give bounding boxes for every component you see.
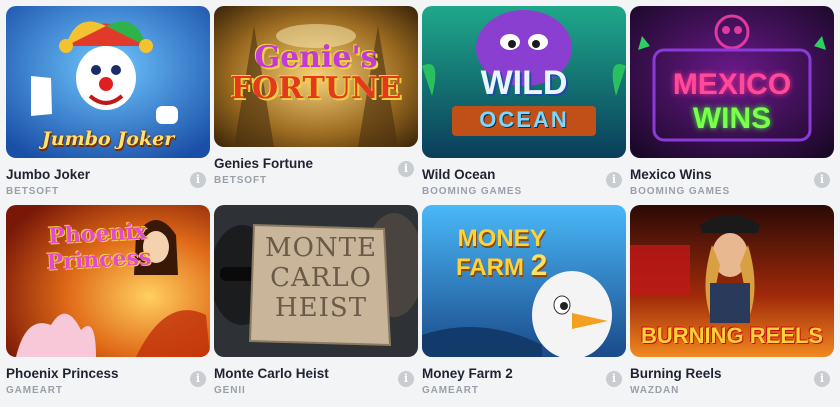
- game-title[interactable]: Burning Reels: [630, 366, 722, 381]
- info-icon[interactable]: i: [398, 161, 414, 177]
- game-card-burning-reels[interactable]: BURNING REELS Burning Reels WAZDAN i: [630, 205, 834, 397]
- info-icon[interactable]: i: [814, 371, 830, 387]
- game-thumbnail[interactable]: MONEY FARM 2: [422, 205, 626, 357]
- game-card-phoenix-princess[interactable]: Phoenix Princess Phoenix Princess GAMEAR…: [6, 205, 210, 397]
- info-icon[interactable]: i: [606, 172, 622, 188]
- game-meta: Phoenix Princess GAMEART i: [6, 357, 210, 397]
- info-icon[interactable]: i: [814, 172, 830, 188]
- game-provider: BETSOFT: [6, 186, 59, 197]
- game-title[interactable]: Money Farm 2: [422, 366, 513, 381]
- game-provider: GAMEART: [6, 385, 63, 396]
- game-title[interactable]: Genies Fortune: [214, 156, 313, 171]
- info-icon[interactable]: i: [190, 371, 206, 387]
- game-card-jumbo-joker[interactable]: Jumbo Joker Jumbo Joker BETSOFT i: [6, 6, 210, 198]
- game-thumbnail[interactable]: Jumbo Joker: [6, 6, 210, 158]
- game-logo-burning-reels: BURNING REELS: [640, 323, 824, 348]
- info-icon[interactable]: i: [398, 371, 414, 387]
- game-logo-mexico-wins: MEXICO WINS: [672, 68, 792, 135]
- game-meta: Monte Carlo Heist GENII i: [214, 357, 418, 397]
- game-title[interactable]: Monte Carlo Heist: [214, 366, 329, 381]
- game-thumbnail[interactable]: MONTE CARLO HEIST: [214, 205, 418, 357]
- game-thumbnail[interactable]: Phoenix Princess: [6, 205, 210, 357]
- game-meta: Money Farm 2 GAMEART i: [422, 357, 626, 397]
- game-thumbnail[interactable]: Genie's FORTUNE: [214, 6, 418, 147]
- game-provider: BOOMING GAMES: [422, 186, 523, 197]
- game-provider: GENII: [214, 385, 246, 396]
- game-card-wild-ocean[interactable]: WILD OCEAN Wild Ocean BOOMING GAMES i: [422, 6, 626, 198]
- info-icon[interactable]: i: [190, 172, 206, 188]
- game-grid: Jumbo Joker Jumbo Joker BETSOFT i Genie'…: [0, 0, 840, 407]
- game-meta: Jumbo Joker BETSOFT i: [6, 158, 210, 198]
- game-logo-genies-fortune: Genie's FORTUNE: [230, 40, 402, 106]
- game-logo-phoenix-princess: Phoenix Princess: [46, 218, 152, 276]
- game-card-money-farm-2[interactable]: MONEY FARM 2 Money Farm 2 GAMEART i: [422, 205, 626, 397]
- game-meta: Wild Ocean BOOMING GAMES i: [422, 158, 626, 198]
- game-title[interactable]: Wild Ocean: [422, 167, 495, 182]
- game-card-monte-carlo-heist[interactable]: MONTE CARLO HEIST Monte Carlo Heist GENI…: [214, 205, 418, 397]
- game-card-genies-fortune[interactable]: Genie's FORTUNE Genies Fortune BETSOFT i: [214, 6, 418, 187]
- game-provider: BETSOFT: [214, 175, 267, 186]
- game-thumbnail[interactable]: WILD OCEAN: [422, 6, 626, 158]
- game-title[interactable]: Jumbo Joker: [6, 167, 90, 182]
- game-logo-wild-ocean: WILD OCEAN: [479, 64, 569, 132]
- game-meta: Burning Reels WAZDAN i: [630, 357, 834, 397]
- game-thumbnail[interactable]: MEXICO WINS: [630, 6, 834, 158]
- game-title[interactable]: Phoenix Princess: [6, 366, 119, 381]
- game-title[interactable]: Mexico Wins: [630, 167, 712, 182]
- game-logo-jumbo-joker: Jumbo Joker: [41, 128, 175, 150]
- game-logo-monte-carlo-heist: MONTE CARLO HEIST: [264, 233, 377, 323]
- game-card-mexico-wins[interactable]: MEXICO WINS Mexico Wins BOOMING GAMES i: [630, 6, 834, 198]
- game-thumbnail[interactable]: BURNING REELS: [630, 205, 834, 357]
- game-provider: WAZDAN: [630, 385, 680, 396]
- game-meta: Mexico Wins BOOMING GAMES i: [630, 158, 834, 198]
- game-provider: GAMEART: [422, 385, 479, 396]
- game-logo-money-farm-2: MONEY FARM 2: [456, 225, 548, 282]
- game-meta: Genies Fortune BETSOFT i: [214, 147, 418, 187]
- info-icon[interactable]: i: [606, 371, 622, 387]
- game-provider: BOOMING GAMES: [630, 186, 731, 197]
